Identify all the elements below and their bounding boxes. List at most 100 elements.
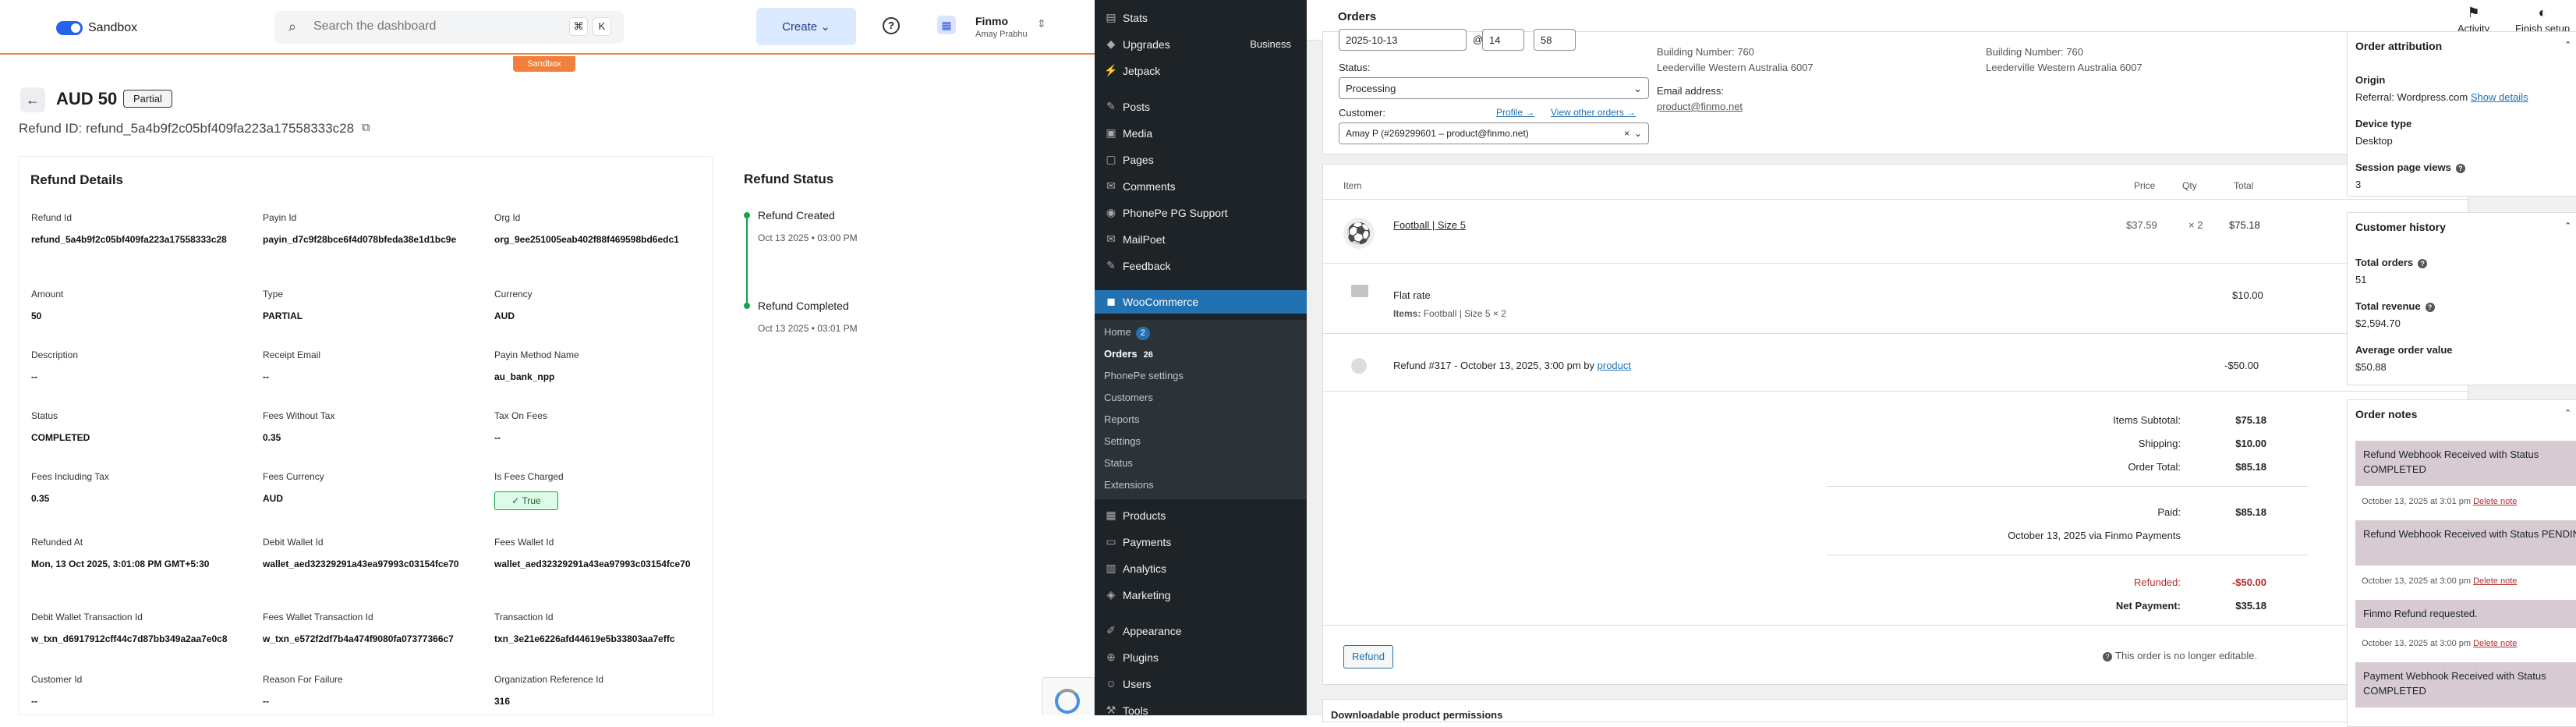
- product-link[interactable]: Football | Size 5: [1393, 219, 1466, 231]
- customer-email-link[interactable]: product@finmo.net: [1657, 99, 1743, 115]
- order-date-input[interactable]: 2025-10-13: [1339, 29, 1467, 51]
- clear-icon[interactable]: ×: [1624, 128, 1629, 139]
- refund-icon: [1351, 358, 1367, 374]
- order-note: Refund Webhook Received with Status PEND…: [2355, 520, 2576, 566]
- customer-label: Customer:: [1339, 107, 1385, 119]
- profile-link[interactable]: Profile →: [1496, 107, 1534, 118]
- back-arrow-icon[interactable]: ←: [20, 87, 45, 112]
- timeline-dot: [744, 303, 750, 309]
- menu-item-stats[interactable]: ▤ Stats: [1095, 6, 1307, 30]
- order-general-panel: 2025-10-13 @ 14 58 Status: Processing ⌄ C…: [1322, 29, 2468, 154]
- submenu-extensions[interactable]: Extensions: [1104, 479, 1154, 491]
- delete-note-link[interactable]: Delete note: [2473, 497, 2517, 506]
- field-value: refund_5a4b9f2c05bf409fa223a17558333c28: [31, 234, 227, 245]
- items-head-item: Item: [1343, 180, 1362, 191]
- shipping-line2: Leederville Western Australia 6007: [1986, 62, 2143, 73]
- refund-button[interactable]: Refund: [1343, 645, 1393, 668]
- menu-item-label: Products: [1123, 509, 1166, 522]
- chevron-down-icon: ⌄: [1633, 83, 1642, 94]
- order-status-select[interactable]: Processing ⌄: [1339, 77, 1649, 99]
- help-icon[interactable]: ?: [883, 17, 900, 34]
- field-value: AUD: [494, 310, 515, 321]
- menu-item-posts[interactable]: ✎ Posts: [1095, 95, 1307, 119]
- field-label: Payin Method Name: [494, 349, 579, 360]
- recaptcha-icon[interactable]: [1042, 677, 1095, 715]
- activity-button[interactable]: ⚑ Activity: [2457, 5, 2489, 34]
- customer-select[interactable]: Amay P (#269299601 – product@finmo.net) ×…: [1339, 122, 1649, 144]
- finish-setup-button[interactable]: ◐ Finish setup: [2515, 5, 2570, 34]
- copy-icon[interactable]: ⧉: [362, 121, 370, 134]
- menu-item-marketing[interactable]: ◈ Marketing: [1095, 583, 1307, 607]
- shipping-items-value: Football | Size 5 × 2: [1423, 308, 1506, 319]
- menu-item-tools[interactable]: ⚒ Tools: [1095, 699, 1307, 722]
- shipping-total: $10.00: [2232, 289, 2263, 301]
- menu-item-upgrades[interactable]: ◆ Upgrades Business: [1095, 33, 1307, 56]
- menu-item-woocommerce[interactable]: ◼ WooCommerce: [1095, 290, 1307, 314]
- menu-item-products[interactable]: ▦ Products: [1095, 504, 1307, 527]
- jetpack-icon: ⚡: [1104, 64, 1118, 76]
- submenu-status[interactable]: Status: [1104, 457, 1133, 469]
- menu-item-analytics[interactable]: ▥ Analytics: [1095, 557, 1307, 580]
- delete-note-link[interactable]: Delete note: [2473, 576, 2517, 586]
- sandbox-toggle[interactable]: [56, 21, 83, 35]
- origin-label: Origin: [2355, 74, 2386, 86]
- menu-item-plugins[interactable]: ⊕ Plugins: [1095, 646, 1307, 669]
- field-label: Amount: [31, 289, 64, 300]
- submenu-home[interactable]: Home 2: [1104, 326, 1150, 340]
- shipping-label: Shipping:: [2138, 438, 2181, 449]
- menu-item-label: Comments: [1123, 180, 1176, 193]
- submenu-customers[interactable]: Customers: [1104, 392, 1153, 403]
- org-name[interactable]: Finmo: [975, 15, 1008, 27]
- menu-item-users[interactable]: ☺ Users: [1095, 672, 1307, 696]
- submenu-phonepe-settings[interactable]: PhonePe settings: [1104, 370, 1184, 381]
- menu-item-label: Marketing: [1123, 589, 1171, 601]
- submenu-home-label: Home: [1104, 326, 1131, 338]
- search-input[interactable]: [313, 20, 547, 34]
- shipping-line1: Building Number: 760: [1986, 46, 2084, 58]
- box-controls-icon[interactable]: ⌃⌄▴: [2564, 40, 2576, 50]
- menu-item-comments[interactable]: ✉ Comments: [1095, 175, 1307, 198]
- create-button[interactable]: Create ⌄: [756, 8, 856, 45]
- page-views-value: 3: [2355, 179, 2362, 190]
- delete-note-link[interactable]: Delete note: [2473, 639, 2517, 648]
- search-box[interactable]: ⌕ ⌘ K: [274, 11, 624, 44]
- shipping-icon: [1351, 285, 1368, 297]
- shipping-value: $10.00: [2235, 438, 2266, 449]
- submenu-orders[interactable]: Orders 26: [1104, 348, 1153, 360]
- show-details-link[interactable]: Show details: [2471, 91, 2528, 103]
- order-hour-input[interactable]: 14: [1482, 29, 1524, 51]
- menu-item-payments[interactable]: ▭ Payments: [1095, 530, 1307, 554]
- menu-item-feedback[interactable]: ✎ Feedback: [1095, 254, 1307, 278]
- total-orders-label-text: Total orders: [2355, 257, 2414, 268]
- field-value: --: [494, 432, 501, 443]
- box-controls-icon[interactable]: ⌃⌄▴: [2564, 408, 2576, 418]
- menu-item-label: MailPoet: [1123, 233, 1166, 246]
- net-payment-value: $35.18: [2235, 600, 2266, 612]
- downloadable-permissions-panel[interactable]: Downloadable product permissions: [1322, 699, 2468, 722]
- menu-item-jetpack[interactable]: ⚡ Jetpack: [1095, 59, 1307, 83]
- submenu-reports[interactable]: Reports: [1104, 413, 1140, 425]
- org-switcher-icon[interactable]: ⇕: [1037, 17, 1046, 30]
- menu-item-pages[interactable]: ▢ Pages: [1095, 148, 1307, 172]
- note-time: October 13, 2025 at 3:00 pm: [2362, 639, 2472, 648]
- view-other-orders-link[interactable]: View other orders →: [1551, 107, 1636, 118]
- submenu-settings[interactable]: Settings: [1104, 435, 1141, 447]
- menu-item-phonepe-pg-support[interactable]: ◉ PhonePe PG Support: [1095, 201, 1307, 225]
- help-icon: ?: [2455, 163, 2465, 173]
- menu-item-mailpoet[interactable]: ✉ MailPoet: [1095, 228, 1307, 251]
- menu-item-media[interactable]: ▣ Media: [1095, 122, 1307, 145]
- order-items-panel: Item Price Qty Total ⚽ Football | Size 5…: [1322, 164, 2469, 685]
- menu-item-appearance[interactable]: ✐ Appearance: [1095, 619, 1307, 643]
- field-value: 316: [494, 696, 511, 707]
- box-controls-icon[interactable]: ⌃⌄▴: [2564, 221, 2576, 231]
- items-head-qty: Qty: [2182, 180, 2197, 191]
- plan-label: Business: [1250, 38, 1291, 50]
- note-meta: October 13, 2025 at 3:01 pm Delete note: [2362, 497, 2517, 506]
- billing-address: Building Number: 760 Leederville Western …: [1657, 44, 1813, 76]
- refund-by-link[interactable]: product: [1598, 360, 1631, 371]
- order-minute-input[interactable]: 58: [1534, 29, 1576, 51]
- menu-item-label: Users: [1123, 678, 1152, 690]
- search-icon: ⌕: [288, 19, 297, 34]
- divider: [1323, 199, 2469, 200]
- field-value: 0.35: [263, 432, 281, 443]
